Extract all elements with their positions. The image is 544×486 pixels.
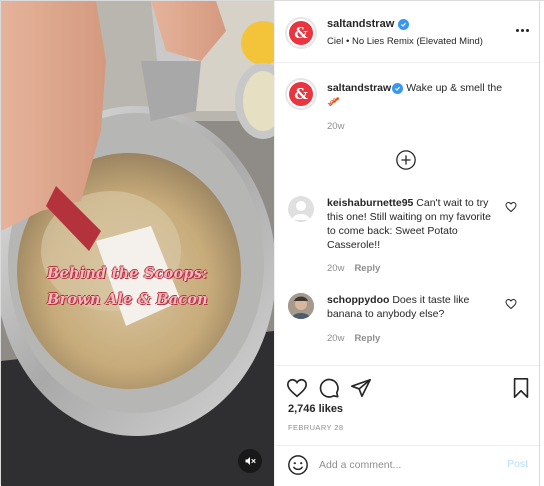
post-video[interactable]: Behind the Scoops: Brown Ale & Bacon [1,1,274,486]
commenter-avatar[interactable] [288,196,314,222]
comment-bubble-icon[interactable] [318,377,340,399]
comment-item: schoppydoo Does it taste like banana to … [327,293,497,321]
default-user-icon [292,201,310,220]
post-header: & saltandstraw Ciel • No Lies Remix (Ele… [275,1,541,63]
author-username-link[interactable]: saltandstraw [327,18,394,30]
caption-text: Wake up & smell the [406,82,503,94]
post-dialog: Behind the Scoops: Brown Ale & Bacon & s… [0,0,544,486]
caption-timestamp: 20w [327,121,345,132]
brand-logo-icon: & [289,21,313,45]
comment-timestamp: 20w [327,263,345,274]
like-comment-heart-icon[interactable] [505,201,517,213]
emoji-smiley-icon[interactable] [287,454,309,476]
more-options-button[interactable] [512,23,532,37]
comment-username-link[interactable]: keishaburnette95 [327,197,413,209]
like-comment-heart-icon[interactable] [505,298,517,310]
dialog-right-border [539,1,540,486]
mute-toggle-button[interactable] [238,449,262,473]
verified-badge-icon [398,18,410,30]
add-comment-bar: Post [275,445,541,486]
likes-count[interactable]: 2,746 likes [288,403,343,415]
video-frame-illustration [1,1,274,486]
brand-logo-icon: & [289,82,313,106]
post-date: FEBRUARY 28 [288,423,344,432]
commenter-avatar[interactable] [288,293,314,319]
video-overlay-title-line2: Brown Ale & Bacon [47,291,208,308]
reply-button[interactable]: Reply [354,333,380,344]
comment-item: keishaburnette95 Can't wait to try this … [327,196,497,252]
speaker-muted-icon [245,457,256,465]
author-username-row: saltandstraw [327,18,410,30]
share-paper-plane-icon[interactable] [350,377,372,399]
author-avatar[interactable]: & [285,17,317,49]
verified-badge-icon [392,83,404,94]
more-dots-icon [515,28,519,32]
comment-meta: 20w Reply [327,263,380,274]
comment-username-link[interactable]: schoppydoo [327,294,389,306]
post-actions: 2,746 likes FEBRUARY 28 [275,365,541,445]
audio-track-link[interactable]: Ciel • No Lies Remix (Elevated Mind) [327,36,483,47]
save-bookmark-icon[interactable] [510,377,532,399]
bacon-emoji: 🥓 [327,96,341,108]
caption-username-link[interactable]: saltandstraw [327,82,391,94]
load-more-comments-icon[interactable] [395,149,417,171]
reply-button[interactable]: Reply [354,263,380,274]
post-caption: saltandstraw Wake up & smell the 🥓 [327,81,527,109]
video-overlay-title-line1: Behind the Scoops: [47,265,208,282]
add-comment-input[interactable] [319,456,499,474]
comment-meta: 20w Reply [327,333,380,344]
like-heart-icon[interactable] [286,377,308,399]
comment-timestamp: 20w [327,333,345,344]
caption-author-avatar[interactable]: & [285,78,317,110]
comments-list[interactable]: & saltandstraw Wake up & smell the 🥓 20w … [275,63,541,365]
post-comment-button[interactable]: Post [507,458,528,470]
post-details-panel: & saltandstraw Ciel • No Lies Remix (Ele… [274,1,541,486]
user-photo-icon [288,293,314,319]
